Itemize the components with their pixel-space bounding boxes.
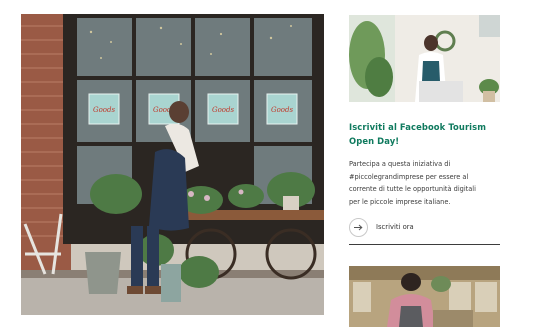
svg-text:Goods: Goods — [212, 106, 235, 114]
arrow-right-icon — [354, 224, 363, 231]
article-description: Partecipa a questa iniziativa di #piccol… — [349, 158, 500, 208]
article-thumbnail[interactable] — [349, 15, 500, 102]
article-desc-line: corrente di tutte le opportunità digital… — [349, 185, 476, 194]
divider — [349, 244, 500, 246]
article-desc-line: per le piccole imprese italiane. — [349, 197, 451, 206]
article-desc-line: Partecipa a questa iniziativa di — [349, 160, 451, 168]
article-card: Iscriviti al Facebook Tourism Open Day! … — [349, 15, 500, 246]
woman-at-laptop-illustration — [349, 15, 500, 102]
svg-text:Goods: Goods — [93, 106, 116, 114]
barista-cafe-illustration — [349, 266, 500, 327]
article-title[interactable]: Iscriviti al Facebook Tourism Open Day! — [349, 120, 500, 148]
hero-photo: Goods Goods Goods Goods — [21, 14, 324, 315]
article-title-line[interactable]: Open Day! — [349, 134, 500, 148]
next-article-thumbnail[interactable] — [349, 266, 500, 327]
cta-label[interactable]: Iscriviti ora — [376, 223, 414, 231]
flower-shop-illustration: Goods Goods Goods Goods — [21, 14, 324, 315]
svg-text:Goods: Goods — [271, 106, 294, 114]
signup-cta-link[interactable]: Iscriviti ora — [349, 216, 500, 238]
cta-circle-button[interactable] — [349, 217, 368, 237]
article-desc-line: #piccolegrandimprese per essere al — [349, 172, 469, 181]
article-title-line[interactable]: Iscriviti al Facebook Tourism — [349, 120, 500, 134]
